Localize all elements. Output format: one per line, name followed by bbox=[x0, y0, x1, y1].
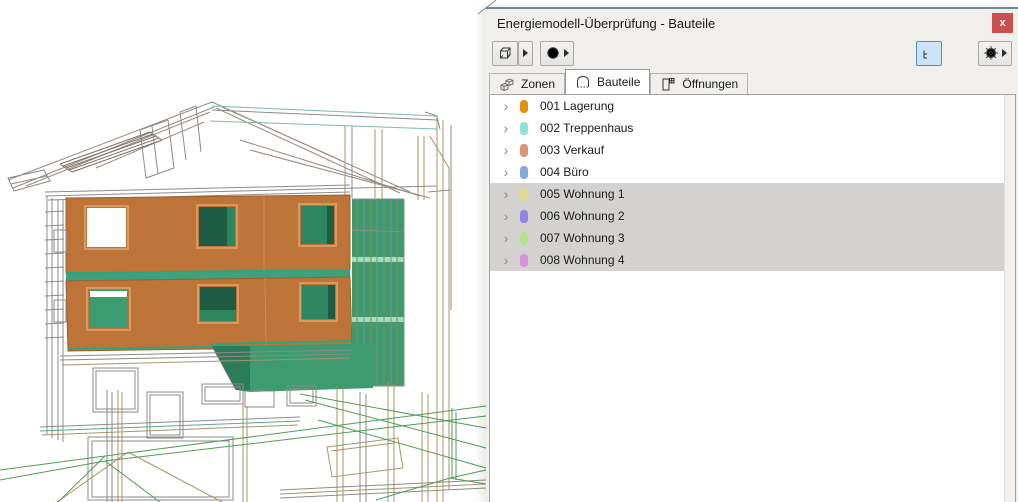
list-item[interactable]: › 004 Büro bbox=[490, 161, 1004, 183]
tab-bauteile[interactable]: Bauteile bbox=[565, 69, 651, 94]
expand-chevron-icon[interactable]: › bbox=[499, 205, 513, 227]
panel-titlebar[interactable]: Energiemodell-Überprüfung - Bauteile x bbox=[486, 9, 1018, 38]
tab-oeffnungen[interactable]: Öffnungen bbox=[650, 73, 749, 94]
tab-label: Zonen bbox=[521, 77, 556, 91]
tree-view-button[interactable] bbox=[916, 40, 942, 66]
list-item-label: 002 Treppenhaus bbox=[540, 121, 634, 135]
list-item-label: 008 Wohnung 4 bbox=[540, 253, 625, 267]
flat-view-button[interactable] bbox=[947, 41, 973, 66]
color-swatch bbox=[520, 209, 528, 223]
list-item[interactable]: › 006 Wohnung 2 bbox=[490, 205, 1004, 227]
energy-model-panel: Energiemodell-Überprüfung - Bauteile x Z… bbox=[486, 7, 1018, 502]
zones-cubes-icon bbox=[500, 78, 514, 92]
element-list: › 001 Lagerung › 002 Treppenhaus › 003 V… bbox=[489, 94, 1016, 502]
tab-bar: Zonen Bauteile Öffnungen bbox=[486, 69, 1018, 94]
list-view-icon bbox=[952, 45, 968, 61]
list-item-label: 003 Verkauf bbox=[540, 143, 605, 157]
list-item[interactable]: › 001 Lagerung bbox=[490, 95, 1004, 117]
dropdown-arrow-icon bbox=[1002, 49, 1007, 57]
list-item-label: 006 Wohnung 2 bbox=[540, 209, 625, 223]
app-window: Energiemodell-Überprüfung - Bauteile x Z… bbox=[0, 0, 1018, 502]
color-swatch bbox=[520, 165, 528, 179]
expand-chevron-icon[interactable]: › bbox=[499, 161, 513, 183]
tab-zonen[interactable]: Zonen bbox=[489, 73, 566, 94]
list-item[interactable]: › 005 Wohnung 1 bbox=[490, 183, 1004, 205]
show-model-dropdown-button[interactable] bbox=[518, 40, 533, 66]
expand-chevron-icon[interactable]: › bbox=[499, 95, 513, 117]
list-item-label: 001 Lagerung bbox=[540, 99, 615, 113]
panel-title: Energiemodell-Überprüfung - Bauteile bbox=[497, 16, 716, 31]
expand-chevron-icon[interactable]: › bbox=[499, 117, 513, 139]
dropdown-arrow-icon bbox=[523, 49, 528, 57]
gear-icon bbox=[984, 46, 998, 60]
list-item[interactable]: › 008 Wohnung 4 bbox=[490, 249, 1004, 271]
building-walls bbox=[65, 194, 353, 352]
scrollbar-track[interactable] bbox=[1004, 95, 1015, 502]
expand-chevron-icon[interactable]: › bbox=[499, 183, 513, 205]
expand-chevron-icon[interactable]: › bbox=[499, 139, 513, 161]
color-swatch bbox=[520, 143, 528, 157]
dropdown-arrow-icon bbox=[564, 49, 569, 57]
color-swatch bbox=[520, 187, 528, 201]
show-model-button[interactable] bbox=[492, 40, 518, 66]
list-item-label: 004 Büro bbox=[540, 165, 589, 179]
element-rows: › 001 Lagerung › 002 Treppenhaus › 003 V… bbox=[490, 95, 1004, 502]
expand-chevron-icon[interactable]: › bbox=[499, 249, 513, 271]
refresh-button[interactable] bbox=[540, 40, 574, 66]
refresh-icon bbox=[547, 47, 559, 59]
list-item-label: 005 Wohnung 1 bbox=[540, 187, 625, 201]
list-item[interactable]: › 003 Verkauf bbox=[490, 139, 1004, 161]
panel-toolbar bbox=[486, 38, 1018, 68]
color-swatch bbox=[520, 99, 528, 113]
list-item[interactable]: › 002 Treppenhaus bbox=[490, 117, 1004, 139]
tab-label: Bauteile bbox=[597, 75, 641, 89]
tab-label: Öffnungen bbox=[682, 77, 739, 91]
building-arch-icon bbox=[577, 75, 590, 88]
door-icon bbox=[662, 78, 675, 91]
color-swatch bbox=[520, 231, 528, 245]
settings-button[interactable] bbox=[978, 40, 1012, 66]
list-item-label: 007 Wohnung 3 bbox=[540, 231, 625, 245]
color-swatch bbox=[520, 121, 528, 135]
list-item[interactable]: › 007 Wohnung 3 bbox=[490, 227, 1004, 249]
close-button[interactable]: x bbox=[992, 13, 1013, 33]
color-swatch bbox=[520, 253, 528, 267]
tree-view-icon bbox=[923, 50, 927, 59]
cube-icon bbox=[500, 47, 511, 59]
expand-chevron-icon[interactable]: › bbox=[499, 227, 513, 249]
